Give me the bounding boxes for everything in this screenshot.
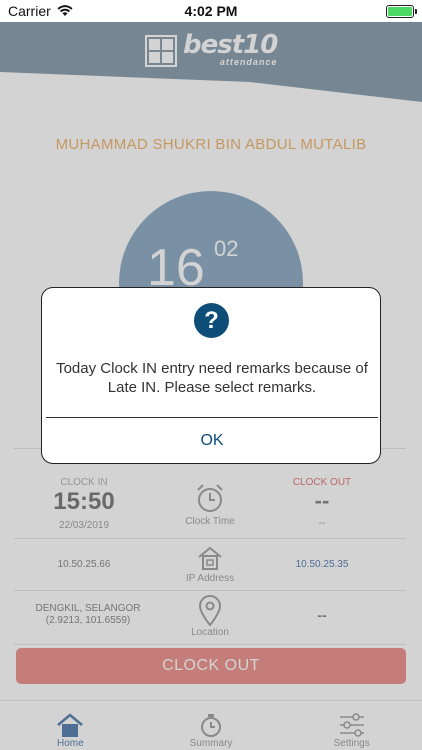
alert-ok-button[interactable]: OK — [42, 419, 380, 463]
alert-dialog: ? Today Clock IN entry need remarks beca… — [41, 287, 381, 464]
alert-divider — [46, 417, 378, 418]
carrier-label: Carrier — [8, 3, 51, 19]
battery-icon — [386, 4, 417, 18]
question-icon: ? — [194, 303, 229, 338]
status-bar: Carrier 4:02 PM — [0, 0, 422, 22]
alert-message: Today Clock IN entry need remarks becaus… — [56, 360, 368, 396]
wifi-icon — [57, 5, 73, 16]
status-right — [386, 4, 417, 18]
status-left: Carrier — [8, 3, 73, 19]
